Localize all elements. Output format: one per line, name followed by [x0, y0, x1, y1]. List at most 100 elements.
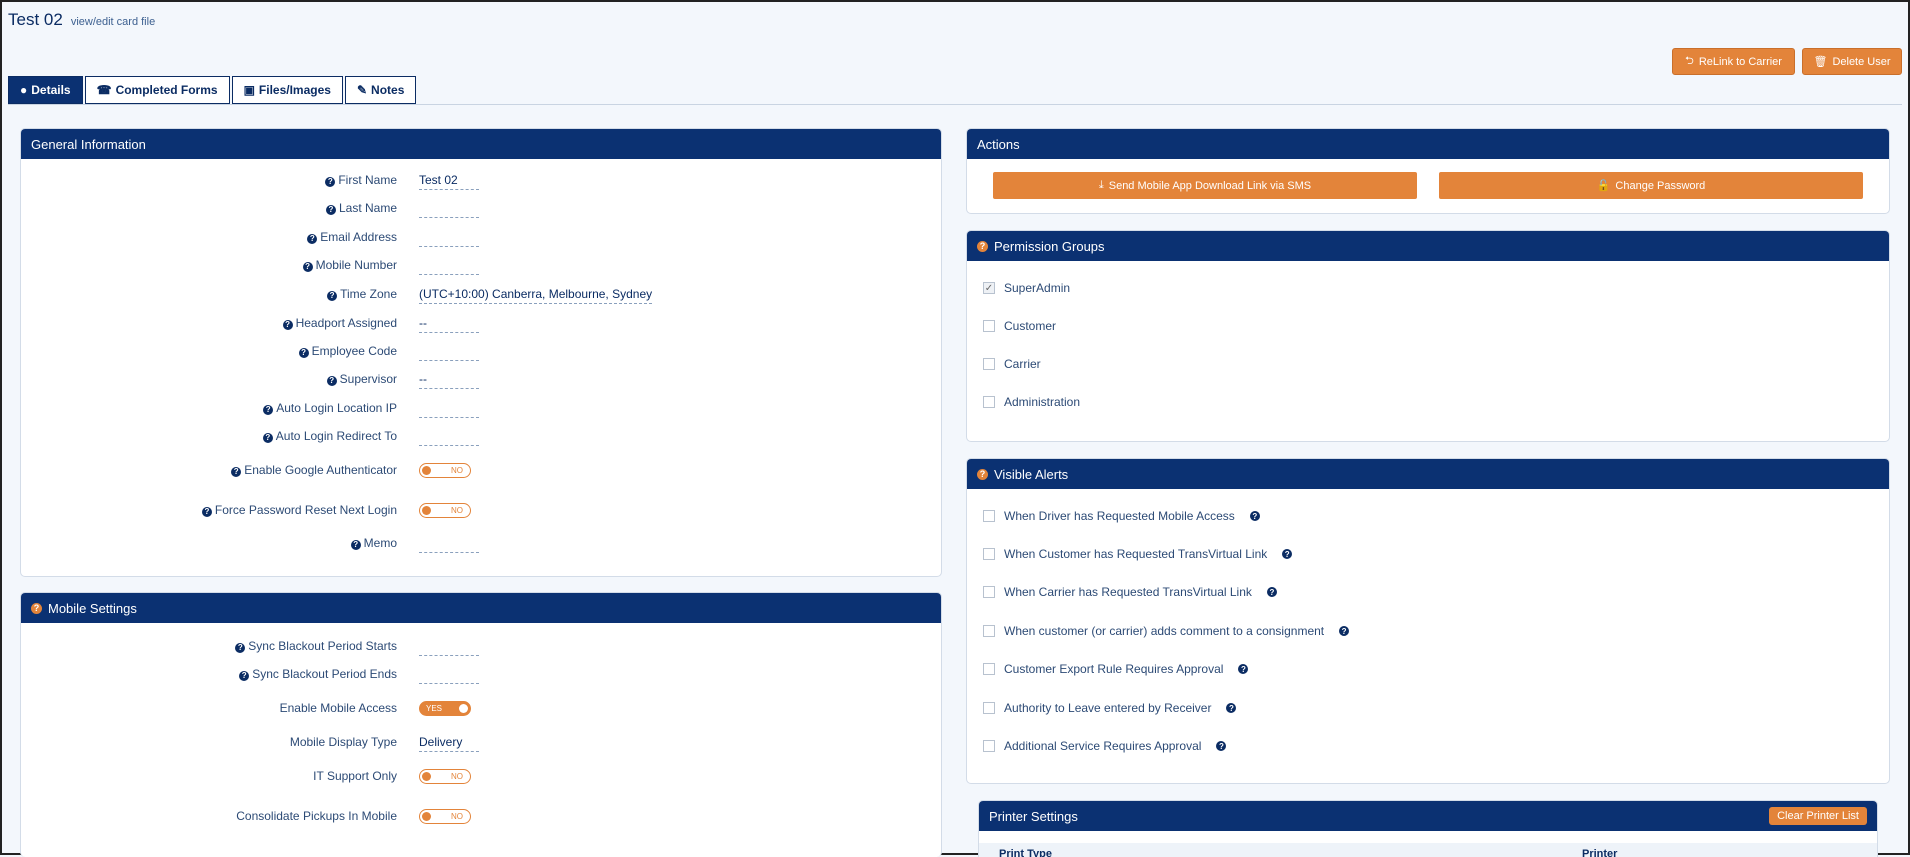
field-memo: ? Memo	[21, 534, 941, 554]
force-reset-toggle[interactable]: NO	[419, 503, 471, 518]
permission-groups-panel: ? Permission Groups ✓ SuperAdmin Custome…	[966, 230, 1890, 442]
field-label: IT Support Only	[313, 769, 397, 783]
field-label: ? Force Password Reset Next Login	[37, 503, 397, 517]
permission-superadmin[interactable]: ✓ SuperAdmin	[983, 279, 1070, 297]
tab-files-images[interactable]: ▣ Files/Images	[231, 76, 343, 104]
help-icon[interactable]: ?	[235, 642, 246, 653]
help-icon[interactable]: ?	[31, 602, 42, 614]
panel-title: Actions	[977, 136, 1020, 152]
tab-details[interactable]: ● Details	[8, 76, 83, 104]
tab-notes[interactable]: ✎ Notes	[344, 76, 417, 104]
help-icon[interactable]: ?	[325, 204, 336, 215]
field-label: ? Memo	[37, 536, 397, 550]
permission-administration[interactable]: Administration	[983, 393, 1080, 411]
relink-carrier-button[interactable]: ⮌ ReLink to Carrier	[1672, 48, 1795, 75]
checkbox[interactable]	[983, 586, 995, 598]
actions-panel: Actions	[966, 128, 1890, 214]
checkbox[interactable]	[983, 702, 995, 714]
auto-login-ip-value[interactable]	[419, 401, 479, 418]
field-mobile-number: ? Mobile Number	[21, 256, 941, 276]
blackout-end-value[interactable]	[419, 667, 479, 684]
help-icon[interactable]: ?	[977, 240, 988, 252]
help-icon[interactable]: ?	[1226, 703, 1237, 713]
field-label: ? Enable Google Authenticator	[37, 463, 397, 477]
checkbox[interactable]	[983, 740, 995, 752]
email-value[interactable]	[419, 230, 479, 247]
help-icon[interactable]: ?	[1282, 549, 1293, 559]
checkbox[interactable]	[983, 663, 995, 675]
general-information-panel: General Information ? First Name Test 02 …	[20, 128, 942, 577]
send-sms-link-button[interactable]: ⤓ Send Mobile App Download Link via SMS	[993, 172, 1417, 199]
checkbox[interactable]	[983, 358, 995, 370]
help-icon[interactable]: ?	[262, 432, 273, 443]
alert-authority-to-leave[interactable]: Authority to Leave entered by Receiver ?	[983, 699, 1239, 717]
last-name-value[interactable]	[419, 201, 479, 218]
help-icon[interactable]: ?	[325, 176, 336, 187]
supervisor-value[interactable]: --	[419, 372, 479, 389]
google-auth-toggle[interactable]: NO	[419, 463, 471, 478]
help-icon[interactable]: ?	[1216, 741, 1227, 751]
help-icon[interactable]: ?	[201, 506, 212, 517]
field-force-reset: ? Force Password Reset Next Login NO	[21, 501, 941, 521]
display-type-value[interactable]: Delivery	[419, 735, 479, 752]
alert-additional-service-approval[interactable]: Additional Service Requires Approval ?	[983, 737, 1229, 755]
help-icon[interactable]: ?	[1266, 587, 1277, 597]
headport-value[interactable]: --	[419, 316, 479, 333]
field-blackout-start: ? Sync Blackout Period Starts	[21, 637, 941, 657]
help-icon[interactable]: ?	[231, 466, 242, 477]
it-support-toggle[interactable]: NO	[419, 769, 471, 784]
help-icon[interactable]: ?	[239, 670, 250, 681]
checkbox[interactable]	[983, 396, 995, 408]
permission-carrier[interactable]: Carrier	[983, 355, 1041, 373]
delete-user-button[interactable]: 🗑 Delete User	[1802, 48, 1902, 75]
alert-carrier-transvirtual-link[interactable]: When Carrier has Requested TransVirtual …	[983, 583, 1280, 601]
alert-driver-mobile-access[interactable]: When Driver has Requested Mobile Access …	[983, 507, 1263, 525]
change-password-button[interactable]: 🔓 Change Password	[1439, 172, 1863, 199]
panel-title: Printer Settings	[989, 808, 1078, 824]
field-google-auth: ? Enable Google Authenticator NO	[21, 461, 941, 481]
memo-value[interactable]	[419, 536, 479, 553]
first-name-value[interactable]: Test 02	[419, 173, 479, 190]
auto-login-redirect-value[interactable]	[419, 429, 479, 446]
help-icon[interactable]: ?	[307, 233, 318, 244]
blackout-start-value[interactable]	[419, 639, 479, 656]
alert-consignment-comment[interactable]: When customer (or carrier) adds comment …	[983, 622, 1352, 640]
checkbox[interactable]: ✓	[983, 282, 995, 294]
permission-label: SuperAdmin	[1004, 281, 1071, 295]
alert-export-rule-approval[interactable]: Customer Export Rule Requires Approval ?	[983, 660, 1251, 678]
relink-icon: ⮌	[1685, 55, 1694, 67]
help-icon[interactable]: ?	[282, 319, 293, 330]
checkbox[interactable]	[983, 510, 995, 522]
checkbox[interactable]	[983, 548, 995, 560]
alert-customer-transvirtual-link[interactable]: When Customer has Requested TransVirtual…	[983, 545, 1295, 563]
help-icon[interactable]: ?	[298, 347, 309, 358]
clear-printer-list-button[interactable]: Clear Printer List	[1769, 807, 1867, 825]
help-icon[interactable]: ?	[263, 404, 274, 415]
help-icon[interactable]: ?	[1249, 511, 1260, 521]
help-icon[interactable]: ?	[977, 468, 988, 480]
employee-code-value[interactable]	[419, 344, 479, 361]
checkbox[interactable]	[983, 320, 995, 332]
column-header-printer: Printer	[1582, 848, 1618, 857]
panel-title: Visible Alerts	[994, 466, 1069, 482]
permission-customer[interactable]: Customer	[983, 317, 1056, 335]
mobile-access-toggle[interactable]: YES	[419, 701, 471, 716]
field-supervisor: ? Supervisor --	[21, 370, 941, 390]
permission-label: Carrier	[1004, 357, 1041, 371]
help-icon[interactable]: ?	[327, 290, 338, 301]
help-icon[interactable]: ?	[302, 261, 313, 272]
tab-divider	[8, 104, 1902, 105]
tab-completed-forms[interactable]: ☎ Completed Forms	[84, 76, 230, 104]
send-sms-label: Send Mobile App Download Link via SMS	[1108, 179, 1312, 192]
help-icon[interactable]: ?	[1339, 626, 1350, 636]
toggle-state: NO	[451, 506, 463, 515]
help-icon[interactable]: ?	[1238, 664, 1249, 674]
time-zone-value[interactable]: (UTC+10:00) Canberra, Melbourne, Sydney	[419, 287, 653, 304]
field-label: ? Employee Code	[37, 344, 397, 358]
mobile-number-value[interactable]	[419, 258, 479, 275]
checkbox[interactable]	[983, 625, 995, 637]
consolidate-toggle[interactable]: NO	[419, 809, 471, 824]
help-icon[interactable]: ?	[326, 375, 337, 386]
field-label: ? Sync Blackout Period Ends	[37, 667, 397, 681]
help-icon[interactable]: ?	[350, 539, 361, 550]
